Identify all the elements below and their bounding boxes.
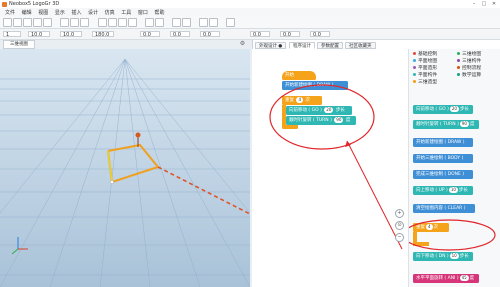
snap-field[interactable]: 10.0 bbox=[60, 31, 82, 38]
palette-annotation-overlay bbox=[409, 219, 496, 251]
cut-icon[interactable] bbox=[60, 18, 69, 27]
undo-icon[interactable] bbox=[33, 18, 42, 27]
menu-display[interactable]: 显示 bbox=[55, 9, 65, 16]
3d-grid-scene[interactable] bbox=[0, 49, 250, 287]
rot-y-field[interactable]: 0.0 bbox=[280, 31, 300, 38]
annotation-overlay bbox=[269, 84, 403, 250]
save-icon[interactable] bbox=[23, 18, 32, 27]
pos-y-field[interactable]: 0.0 bbox=[170, 31, 190, 38]
pos-z-field[interactable]: 0.0 bbox=[200, 31, 220, 38]
copy-icon[interactable] bbox=[70, 18, 79, 27]
menu-view[interactable]: 视图 bbox=[38, 9, 48, 16]
close-button[interactable]: ✕ bbox=[490, 1, 498, 7]
step-field[interactable]: 10.0 bbox=[28, 31, 50, 38]
redo-icon[interactable] bbox=[43, 18, 52, 27]
ungroup-icon[interactable] bbox=[155, 18, 164, 27]
measure-icon[interactable] bbox=[199, 18, 208, 27]
paste-icon[interactable] bbox=[80, 18, 89, 27]
sphere-icon[interactable] bbox=[118, 18, 127, 27]
minimize-button[interactable]: – bbox=[470, 1, 478, 7]
menu-edit[interactable]: 编辑 bbox=[22, 9, 32, 16]
menu-window[interactable]: 窗口 bbox=[138, 9, 148, 16]
grid-field[interactable]: 1 bbox=[3, 31, 21, 38]
new-file-icon[interactable] bbox=[3, 18, 12, 27]
align-icon[interactable] bbox=[172, 18, 181, 27]
tab-params[interactable]: 参数配置 bbox=[317, 42, 343, 49]
tab-appearance[interactable]: 外观设计 ● bbox=[255, 42, 287, 49]
rot-x-field[interactable]: 0.0 bbox=[250, 31, 270, 38]
zoom-reset-button[interactable]: ⊙ bbox=[395, 221, 404, 230]
menu-insert[interactable]: 插入 bbox=[71, 9, 81, 16]
origin-point bbox=[110, 180, 114, 184]
viewport-settings-icon[interactable]: ⚙ bbox=[239, 40, 246, 47]
zoom-out-button[interactable]: − bbox=[395, 233, 404, 242]
block-workspace[interactable]: 开始 开始新建绘图 ( DRAW ) 重复 4 次 向前移动 ( GO ) 20… bbox=[252, 49, 407, 287]
settings-icon[interactable] bbox=[226, 18, 235, 27]
rot-z-field[interactable]: 0.0 bbox=[310, 31, 330, 38]
3d-viewport[interactable] bbox=[0, 49, 250, 287]
window-title: Neobox5 LogoGr 3D bbox=[9, 1, 60, 7]
tab-3d-view[interactable]: 三维视图 bbox=[3, 40, 35, 49]
open-file-icon[interactable] bbox=[13, 18, 22, 27]
menu-simulate[interactable]: 仿真 bbox=[105, 9, 115, 16]
menu-design[interactable]: 设计 bbox=[88, 9, 98, 16]
tab-program[interactable]: 程序设计 bbox=[289, 42, 315, 49]
app-logo-icon bbox=[2, 1, 7, 7]
cylinder-icon[interactable] bbox=[108, 18, 117, 27]
transform-toolbar: 1 10.0 10.0 180.0 0.0 0.0 0.0 0.0 0.0 0.… bbox=[0, 29, 500, 40]
toolbar bbox=[0, 16, 500, 29]
cube-icon[interactable] bbox=[98, 18, 107, 27]
cone-icon[interactable] bbox=[128, 18, 137, 27]
group-icon[interactable] bbox=[145, 18, 154, 27]
menu-tools[interactable]: 工具 bbox=[121, 9, 131, 16]
tab-favorites[interactable]: 社区收藏夹 bbox=[345, 42, 376, 49]
angle-field[interactable]: 180.0 bbox=[92, 31, 114, 38]
pos-x-field[interactable]: 0.0 bbox=[140, 31, 160, 38]
block-palette: 基础控制 平面绘图 平面造形 平面构件 三维造型 三维绘图 三维构件 控制流程 … bbox=[408, 49, 500, 287]
zoom-in-button[interactable]: + bbox=[395, 209, 404, 218]
maximize-button[interactable]: □ bbox=[480, 1, 488, 7]
menu-help[interactable]: 帮助 bbox=[154, 9, 164, 16]
camera-icon[interactable] bbox=[209, 18, 218, 27]
mirror-icon[interactable] bbox=[182, 18, 191, 27]
menu-file[interactable]: 文件 bbox=[5, 9, 15, 16]
